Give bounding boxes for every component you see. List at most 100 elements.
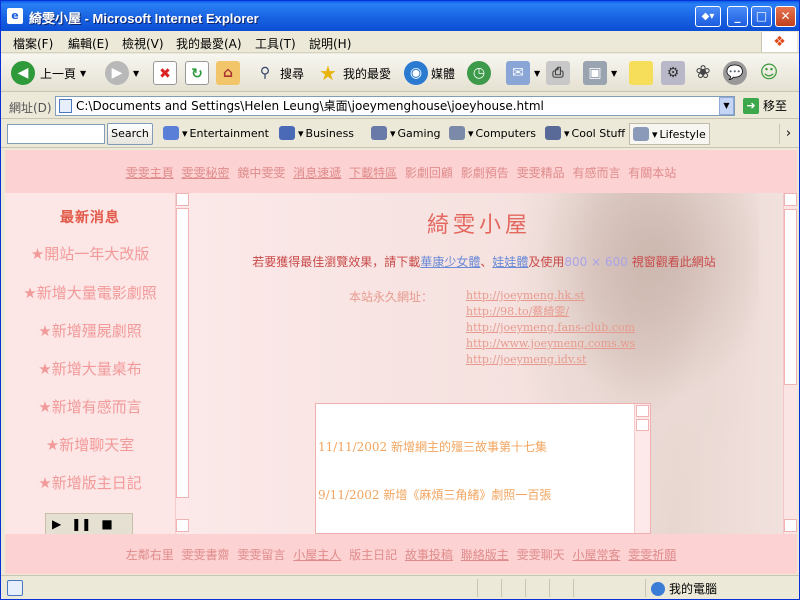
nav-thoughts[interactable]: 有感而言	[572, 166, 620, 180]
url-link[interactable]: http://joeymeng.hk.st	[466, 288, 635, 304]
toolbar-search-input[interactable]	[7, 124, 105, 144]
scroll-up-button[interactable]	[784, 193, 797, 206]
permanent-url-label: 本站永久網址：	[349, 290, 434, 304]
menu-help[interactable]: 說明(H)	[309, 35, 351, 52]
toolbar-options-button[interactable]: ◆▾	[695, 6, 721, 27]
flower-button[interactable]: ❀	[691, 59, 715, 87]
nav-neighbors[interactable]: 左鄰右里	[126, 548, 174, 562]
play-icon[interactable]: ▶	[52, 517, 61, 531]
address-input[interactable]: C:\Documents and Settings\Helen Leung\桌面…	[55, 96, 735, 116]
notes-button[interactable]	[629, 59, 653, 87]
pause-icon[interactable]: ❚❚	[71, 517, 91, 531]
nav-owner[interactable]: 小屋主人	[293, 548, 341, 562]
link-cool-stuff[interactable]: ▾ Cool Stuff	[545, 126, 625, 140]
nav-download[interactable]: 下載特區	[349, 166, 397, 180]
browsing-tip: 若要獲得最佳瀏覽效果，請下載華康少女體、娃娃體及使用800 × 600 視窗觀看…	[252, 255, 716, 269]
maximize-button[interactable]: □	[751, 6, 772, 27]
news-item: ★新增殭屍劇照	[38, 322, 142, 340]
status-cell	[501, 579, 502, 597]
link-entertainment[interactable]: ▾ Entertainment	[163, 126, 269, 140]
menu-bar: 檔案(F) 編輯(E) 檢視(V) 我的最愛(A) 工具(T) 說明(H) ❖	[1, 31, 799, 53]
go-button[interactable]: ➜ 移至	[743, 97, 787, 114]
nav-secrets[interactable]: 雯雯秘密	[182, 166, 230, 180]
scroll-down-button[interactable]	[176, 519, 189, 532]
standard-toolbar: ◀ 上一頁 ▼ ▶ ▼ ✖ ↻ ⌂ ⚲ 搜尋 ★ 我的最愛 ◉ 媒體 ◷ ✉ ▼…	[1, 54, 799, 92]
chevron-down-icon: ▼	[133, 68, 140, 78]
nav-drama-preview[interactable]: 影劇預告	[461, 166, 509, 180]
scroll-thumb[interactable]	[176, 208, 189, 498]
nav-goods[interactable]: 雯雯精品	[517, 166, 565, 180]
nav-chat[interactable]: 雯雯聊天	[517, 548, 565, 562]
messenger-chat-button[interactable]: 💬	[723, 59, 747, 87]
link-gaming[interactable]: ▾ Gaming	[371, 126, 441, 140]
nav-wishes[interactable]: 雯雯祈願	[628, 548, 676, 562]
font-link-2[interactable]: 娃娃體	[492, 255, 528, 269]
chevron-down-icon: ▼	[80, 68, 87, 78]
chat-bubble-icon: 💬	[723, 61, 747, 85]
media-icon: ◉	[404, 61, 428, 85]
nav-study[interactable]: 雯雯書齋	[182, 548, 230, 562]
nav-diary[interactable]: 版主日記	[349, 548, 397, 562]
scroll-down-button[interactable]	[784, 519, 797, 532]
link-business[interactable]: ▾ Business	[279, 126, 354, 140]
url-link[interactable]: http://98.to/蔡綺雯/	[466, 304, 635, 320]
scroll-thumb[interactable]	[784, 209, 797, 385]
mail-button[interactable]: ✉ ▼	[506, 59, 540, 87]
url-link[interactable]: http://www.joeymeng.coms.ws	[466, 336, 635, 352]
nav-drama-review[interactable]: 影劇回顧	[405, 166, 453, 180]
nav-news[interactable]: 消息速遞	[293, 166, 341, 180]
edit-button[interactable]: ▣ ▼	[583, 59, 617, 87]
minimize-button[interactable]: _	[727, 6, 748, 27]
scroll-up-button[interactable]	[636, 405, 649, 417]
media-button[interactable]: ◉ 媒體	[404, 59, 455, 87]
security-zone: 我的電腦	[651, 580, 717, 597]
news-scrollbar[interactable]	[175, 193, 189, 534]
status-cell	[549, 579, 550, 597]
updates-scrollbar[interactable]	[634, 404, 650, 533]
menu-favorites[interactable]: 我的最愛(A)	[176, 35, 242, 52]
back-arrow-icon: ◀	[11, 61, 35, 85]
stop-icon[interactable]: ■	[101, 517, 112, 531]
menu-view[interactable]: 檢視(V)	[122, 35, 164, 52]
main-scrollbar[interactable]	[783, 193, 797, 534]
links-more-button[interactable]: ›	[779, 124, 797, 144]
menu-file[interactable]: 檔案(F)	[13, 35, 53, 52]
nav-mirror[interactable]: 鏡中雯雯	[237, 166, 285, 180]
link-lifestyle[interactable]: ▾ Lifestyle	[629, 123, 710, 145]
forward-button[interactable]: ▶ ▼	[105, 59, 139, 87]
url-link[interactable]: http://joeymeng.fans-club.com	[466, 320, 635, 336]
update-item: 11/11/2002 新增網主的殭三故事第十七集	[318, 440, 547, 454]
nav-regulars[interactable]: 小屋常客	[572, 548, 620, 562]
menu-tools[interactable]: 工具(T)	[255, 35, 296, 52]
close-button[interactable]: ✕	[775, 6, 796, 27]
search-button[interactable]: ⚲ 搜尋	[253, 59, 304, 87]
refresh-button[interactable]: ↻	[185, 59, 209, 87]
scroll-thumb[interactable]	[636, 419, 649, 431]
research-button[interactable]: ⚙	[661, 59, 685, 87]
toolbar-search-button[interactable]: Search	[107, 123, 153, 145]
nav-about[interactable]: 有關本站	[628, 166, 676, 180]
nav-submit-story[interactable]: 故事投稿	[405, 548, 453, 562]
messenger-icon: ☺	[759, 62, 779, 83]
scroll-up-button[interactable]	[176, 193, 189, 206]
font-link-1[interactable]: 華康少女體	[420, 255, 480, 269]
menu-edit[interactable]: 編輯(E)	[68, 35, 109, 52]
gaming-icon	[371, 126, 387, 140]
star-icon: ★	[319, 61, 337, 85]
stop-button[interactable]: ✖	[153, 59, 177, 87]
nav-guestbook[interactable]: 雯雯留言	[237, 548, 285, 562]
url-link[interactable]: http://joeymeng.idv.st	[466, 352, 635, 368]
nav-contact[interactable]: 聯絡版主	[461, 548, 509, 562]
lifestyle-icon	[633, 127, 649, 141]
nav-home[interactable]: 雯雯主頁	[126, 166, 174, 180]
title-bar: e 綺雯小屋 - Microsoft Internet Explorer ◆▾ …	[1, 1, 799, 31]
favorites-button[interactable]: ★ 我的最愛	[316, 59, 391, 87]
home-button[interactable]: ⌂	[216, 59, 240, 87]
history-button[interactable]: ◷	[467, 59, 491, 87]
news-item: ★開站一年大改版	[30, 245, 150, 263]
address-dropdown-button[interactable]: ▼	[719, 97, 734, 115]
link-computers[interactable]: ▾ Computers	[449, 126, 536, 140]
back-button[interactable]: ◀ 上一頁 ▼	[11, 59, 86, 87]
messenger-button[interactable]: ☺	[757, 59, 781, 87]
print-button[interactable]: ⎙	[546, 59, 570, 87]
